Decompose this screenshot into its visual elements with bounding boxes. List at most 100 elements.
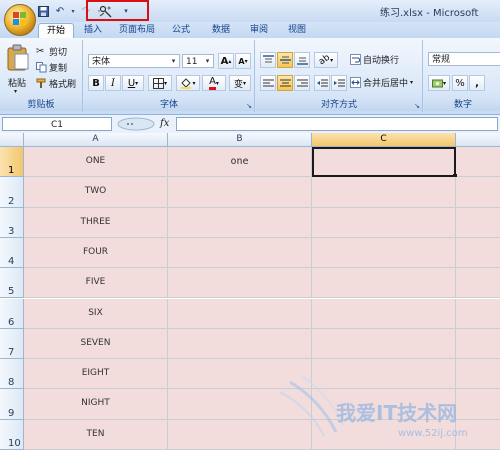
- cell-b[interactable]: [168, 268, 312, 299]
- cell-b[interactable]: [168, 328, 312, 360]
- fill-color-button[interactable]: ▾: [176, 75, 200, 91]
- cell-b[interactable]: [168, 207, 312, 238]
- shrink-font-button[interactable]: A ▾: [235, 53, 251, 69]
- cell-b[interactable]: [168, 298, 312, 329]
- column-header-a[interactable]: A: [24, 133, 168, 147]
- row-header[interactable]: 2: [0, 177, 24, 208]
- align-top-button[interactable]: [260, 52, 276, 68]
- office-button[interactable]: [4, 4, 36, 36]
- format-painter-button[interactable]: 格式刷: [36, 76, 76, 91]
- cell-b[interactable]: [168, 389, 312, 420]
- undo-dropdown-icon[interactable]: ▾: [70, 4, 76, 18]
- tab-view[interactable]: 视图: [284, 23, 310, 38]
- column-header-d[interactable]: [456, 133, 500, 147]
- row-header[interactable]: 8: [0, 359, 24, 390]
- italic-button[interactable]: I: [105, 75, 121, 91]
- orientation-button[interactable]: ab ▾: [314, 52, 338, 68]
- row-header[interactable]: 9: [0, 389, 24, 420]
- custom-command-icon[interactable]: [99, 4, 113, 18]
- row-header[interactable]: 1: [0, 147, 24, 178]
- grow-font-button[interactable]: A ▴: [218, 53, 234, 69]
- cell-b[interactable]: [168, 419, 312, 450]
- row-header[interactable]: 5: [0, 268, 24, 299]
- cell-d[interactable]: [456, 389, 500, 420]
- font-size-combo[interactable]: 11 ▾: [182, 54, 214, 68]
- row-header[interactable]: 10: [0, 419, 24, 450]
- cell-a[interactable]: TWO: [24, 177, 168, 208]
- active-cell[interactable]: [312, 147, 456, 178]
- merge-center-button[interactable]: 合并后居中 ▾: [350, 75, 413, 90]
- tab-page-layout[interactable]: 页面布局: [114, 23, 160, 38]
- align-left-button[interactable]: [260, 75, 276, 91]
- cell-a[interactable]: SEVEN: [24, 328, 168, 360]
- column-header-b[interactable]: B: [168, 133, 312, 147]
- dialog-launcher-icon[interactable]: ↘: [246, 102, 252, 110]
- row-header[interactable]: 7: [0, 328, 24, 360]
- cell-b[interactable]: one: [168, 147, 312, 178]
- undo-icon[interactable]: ↶: [53, 4, 67, 18]
- column-header-c[interactable]: C: [312, 133, 456, 147]
- cell-c[interactable]: [312, 419, 456, 450]
- cell-d[interactable]: [456, 359, 500, 390]
- decrease-indent-button[interactable]: [314, 75, 330, 91]
- cell-c[interactable]: [312, 237, 456, 269]
- tab-data[interactable]: 数据: [208, 23, 234, 38]
- tab-home[interactable]: 开始: [38, 23, 74, 39]
- cell-d[interactable]: [456, 177, 500, 208]
- number-format-combo[interactable]: 常规: [428, 52, 500, 66]
- formula-input[interactable]: [176, 117, 498, 131]
- row-header[interactable]: 4: [0, 237, 24, 269]
- save-icon[interactable]: [36, 4, 50, 18]
- cell-d[interactable]: [456, 147, 500, 178]
- tab-formulas[interactable]: 公式: [168, 23, 194, 38]
- align-right-button[interactable]: [294, 75, 310, 91]
- font-name-combo[interactable]: 宋体 ▾: [88, 54, 180, 68]
- cell-b[interactable]: [168, 237, 312, 269]
- cell-d[interactable]: [456, 268, 500, 299]
- align-middle-button[interactable]: [277, 52, 293, 68]
- row-header[interactable]: 3: [0, 207, 24, 238]
- cell-c[interactable]: [312, 177, 456, 208]
- cell-d[interactable]: [456, 207, 500, 238]
- customize-toolbar-icon[interactable]: ▾: [119, 4, 133, 18]
- cell-a[interactable]: ONE: [24, 147, 168, 178]
- copy-button[interactable]: 复制: [36, 60, 67, 75]
- cell-a[interactable]: FIVE: [24, 268, 168, 299]
- align-bottom-button[interactable]: [294, 52, 310, 68]
- cell-c[interactable]: [312, 207, 456, 238]
- percent-style-button[interactable]: %: [452, 75, 468, 91]
- font-color-button[interactable]: A ▾: [202, 75, 226, 91]
- cell-a[interactable]: SIX: [24, 298, 168, 329]
- cell-c[interactable]: [312, 389, 456, 420]
- paste-button[interactable]: 粘贴 ▾: [4, 42, 32, 96]
- cell-c[interactable]: [312, 298, 456, 329]
- cell-a[interactable]: THREE: [24, 207, 168, 238]
- cell-d[interactable]: [456, 298, 500, 329]
- accounting-format-button[interactable]: ▾: [428, 75, 450, 91]
- bold-button[interactable]: B: [88, 75, 104, 91]
- align-center-button[interactable]: [277, 75, 293, 91]
- cell-c[interactable]: [312, 359, 456, 390]
- row-header[interactable]: 6: [0, 298, 24, 329]
- select-all-button[interactable]: [0, 133, 24, 147]
- cell-c[interactable]: [312, 328, 456, 360]
- borders-button[interactable]: ▾: [148, 75, 172, 91]
- cell-c[interactable]: [312, 268, 456, 299]
- cut-button[interactable]: ✂ 剪切: [36, 44, 67, 59]
- tab-insert[interactable]: 插入: [80, 23, 106, 38]
- phonetic-button[interactable]: 变 ▾: [229, 75, 251, 91]
- cell-a[interactable]: TEN: [24, 419, 168, 450]
- wrap-text-button[interactable]: 自动换行: [350, 52, 399, 67]
- tab-review[interactable]: 审阅: [246, 23, 272, 38]
- underline-button[interactable]: U ▾: [122, 75, 144, 91]
- cell-d[interactable]: [456, 419, 500, 450]
- cell-a[interactable]: EIGHT: [24, 359, 168, 390]
- cell-d[interactable]: [456, 328, 500, 360]
- cell-a[interactable]: FOUR: [24, 237, 168, 269]
- increase-indent-button[interactable]: [331, 75, 347, 91]
- dialog-launcher-icon[interactable]: ↘: [414, 102, 420, 110]
- name-box[interactable]: C1: [2, 117, 112, 131]
- cell-a[interactable]: NIGHT: [24, 389, 168, 420]
- cell-b[interactable]: [168, 177, 312, 208]
- comma-style-button[interactable]: ,: [469, 75, 485, 91]
